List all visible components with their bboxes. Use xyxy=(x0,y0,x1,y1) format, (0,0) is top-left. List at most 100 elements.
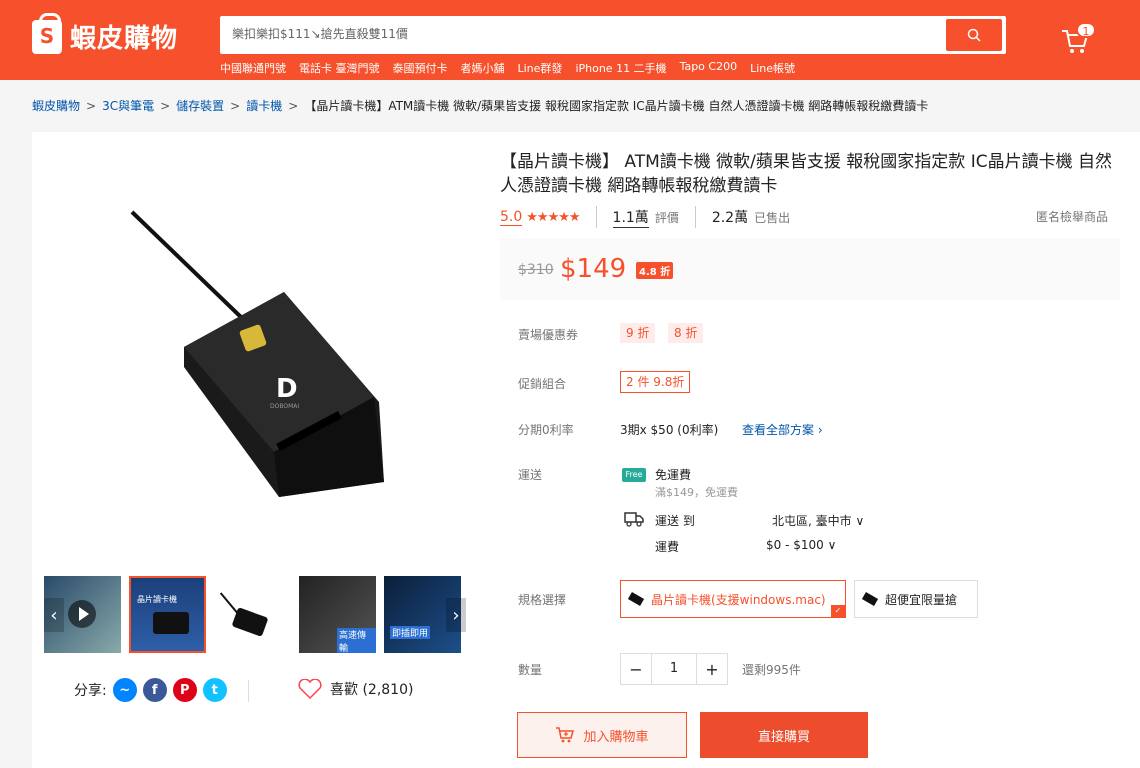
current-price: $149 xyxy=(560,254,627,284)
logo-text: 蝦皮購物 xyxy=(70,24,179,54)
quantity-stepper: − 1 + xyxy=(620,653,728,685)
variant-option-label: 超便宜限量搶 xyxy=(885,592,958,607)
hot-search-words: 中國聯通門號 電話卡 臺灣門號 泰國預付卡 者媽小舖 Line群發 iPhone 11 二… xyxy=(220,60,795,76)
stock-remaining: 還剩995件 xyxy=(742,663,801,677)
thumbnail-caption: 晶片讀卡機 xyxy=(137,595,177,604)
breadcrumb-home[interactable]: 蝦皮購物 xyxy=(32,97,80,114)
variant-option-label: 晶片讀卡機(支援windows.mac) xyxy=(651,592,826,607)
voucher-label: 賣場優惠券 xyxy=(518,328,579,342)
stat-divider xyxy=(694,206,696,228)
product-title: 【晶片讀卡機】 ATM讀卡機 微軟/蘋果皆支援 報稅國家指定款 IC晶片讀卡機 … xyxy=(500,152,1112,196)
hot-word-link[interactable]: 電話卡 臺灣門號 xyxy=(299,60,380,76)
share-divider xyxy=(248,680,249,702)
pinterest-icon[interactable]: P xyxy=(172,678,197,702)
star-icons: ★★★★★ xyxy=(526,209,580,225)
thumbnail-1[interactable]: 晶片讀卡機 xyxy=(129,576,206,653)
breadcrumb-3c[interactable]: 3C與筆電 xyxy=(102,97,154,114)
heart-icon xyxy=(298,679,322,699)
thumbnail-caption: 高速傳輸 xyxy=(337,628,376,653)
breadcrumb-separator: > xyxy=(230,98,241,113)
variant-thumb-icon xyxy=(861,592,879,606)
shopping-bag-icon: S xyxy=(32,12,62,54)
breadcrumb: 蝦皮購物 > 3C與筆電 > 儲存裝置 > 讀卡機 > 【晶片讀卡機】ATM讀卡… xyxy=(32,97,928,114)
rating-value[interactable]: 5.0 xyxy=(500,209,523,226)
hot-word-link[interactable]: 泰國預付卡 xyxy=(393,60,448,76)
voucher-8[interactable]: 8 折 xyxy=(668,323,704,343)
hot-word-link[interactable]: Line帳號 xyxy=(750,60,795,76)
top-header: S 蝦皮購物 中國聯通門號電話卡 臺灣門號泰國預付卡者媽小舖 Line群發 iPho… xyxy=(0,0,1140,80)
like-button[interactable]: 喜歡 (2,810) xyxy=(298,679,413,699)
sold-label: 已售出 xyxy=(754,210,791,225)
cart-count-badge: 1 xyxy=(1076,22,1096,38)
variant-option-2[interactable]: 超便宜限量搶 xyxy=(854,580,978,618)
free-shipping-icon: Free xyxy=(622,468,646,482)
product-stats: 5.0 ★★★★★ 1.1萬 評價 2.2萬 已售出 xyxy=(500,206,790,228)
thumbnail-cable xyxy=(219,592,239,614)
shipping-label: 運送 xyxy=(518,468,543,482)
search-icon xyxy=(967,28,981,42)
quantity-input[interactable]: 1 xyxy=(651,654,697,684)
thumbnail-product xyxy=(153,612,189,634)
sold-count: 2.2萬 xyxy=(711,210,749,226)
gallery-prev-button[interactable]: ‹ xyxy=(44,598,64,632)
messenger-icon[interactable]: ~ xyxy=(112,678,137,702)
price-box: $310 $149 4.8 折 xyxy=(500,238,1120,300)
brand-name: DOBOMAI xyxy=(270,403,299,410)
like-count: 喜歡 (2,810) xyxy=(330,682,414,698)
search-button[interactable] xyxy=(946,19,1002,51)
add-to-cart-button[interactable]: 加入購物車 xyxy=(517,712,687,758)
breadcrumb-separator: > xyxy=(86,98,97,113)
share-label: 分享: xyxy=(74,683,107,699)
free-shipping-text: 免運費 xyxy=(655,468,692,482)
ship-to-dropdown[interactable]: 北屯區, 臺中市 ∨ xyxy=(772,512,864,529)
variant-option-1[interactable]: 晶片讀卡機(支援windows.mac) xyxy=(620,580,846,618)
hot-word-link[interactable]: 者媽小舖 xyxy=(461,60,505,76)
twitter-icon[interactable]: t xyxy=(202,678,227,702)
thumbnail-caption: 即插即用 xyxy=(390,626,431,639)
buy-now-button[interactable]: 直接購買 xyxy=(700,712,868,758)
review-label: 評價 xyxy=(654,210,679,225)
search-input[interactable] xyxy=(232,26,932,40)
logo-mark: S xyxy=(39,23,55,48)
free-shipping-condition: 滿$149，免運費 xyxy=(655,486,738,499)
breadcrumb-storage[interactable]: 儲存裝置 xyxy=(176,97,224,114)
voucher-9[interactable]: 9 折 xyxy=(620,323,656,343)
share-row: 分享: ~ f P t xyxy=(74,678,227,702)
quantity-decrease-button[interactable]: − xyxy=(621,654,651,684)
stat-divider xyxy=(595,206,597,228)
thumbnail-2[interactable] xyxy=(214,576,291,653)
installment-value: 3期x $50 (0利率) xyxy=(620,423,719,437)
truck-icon xyxy=(624,512,644,527)
quantity-label: 數量 xyxy=(518,663,543,677)
hot-word-link[interactable]: Tapo C200 xyxy=(680,60,738,76)
product-main-image[interactable]: D DOBOMAI xyxy=(44,142,466,564)
original-price: $310 xyxy=(518,262,554,278)
gallery-next-button[interactable]: › xyxy=(446,598,466,632)
add-to-cart-label: 加入購物車 xyxy=(583,729,649,745)
breadcrumb-separator: > xyxy=(288,98,299,113)
variant-thumb-icon xyxy=(627,592,645,606)
discount-badge: 4.8 折 xyxy=(636,262,674,279)
chevron-right-icon: › xyxy=(452,604,460,626)
hot-word-link[interactable]: iPhone 11 二手機 xyxy=(575,60,666,76)
add-cart-icon xyxy=(556,727,575,743)
shipping-fee-label: 運費 xyxy=(655,540,680,554)
shipping-fee-dropdown[interactable]: $0 - $100 ∨ xyxy=(766,538,836,552)
installment-label: 分期0利率 xyxy=(518,423,574,437)
breadcrumb-current: 【晶片讀卡機】ATM讀卡機 微軟/蘋果皆支援 報稅國家指定款 IC晶片讀卡機 自… xyxy=(304,99,929,113)
breadcrumb-card-reader[interactable]: 讀卡機 xyxy=(246,97,282,114)
facebook-icon[interactable]: f xyxy=(142,678,167,702)
hot-word-link[interactable]: Line群發 xyxy=(518,60,563,76)
card-reader-illustration: D DOBOMAI xyxy=(130,210,384,497)
installment-link[interactable]: 查看全部方案 › xyxy=(742,421,823,438)
quantity-increase-button[interactable]: + xyxy=(697,654,727,684)
combo-badge[interactable]: 2 件 9.8折 xyxy=(620,371,691,393)
brand-mark: D xyxy=(276,374,298,404)
shopee-logo[interactable]: S 蝦皮購物 xyxy=(32,12,179,55)
hot-word-link[interactable]: 中國聯通門號 xyxy=(220,60,286,76)
report-link[interactable]: 匿名檢舉商品 xyxy=(1036,208,1108,225)
thumbnail-3[interactable]: 高速傳輸 xyxy=(299,576,376,653)
review-count[interactable]: 1.1萬 xyxy=(612,207,649,228)
play-triangle xyxy=(79,607,89,621)
breadcrumb-separator: > xyxy=(160,98,171,113)
